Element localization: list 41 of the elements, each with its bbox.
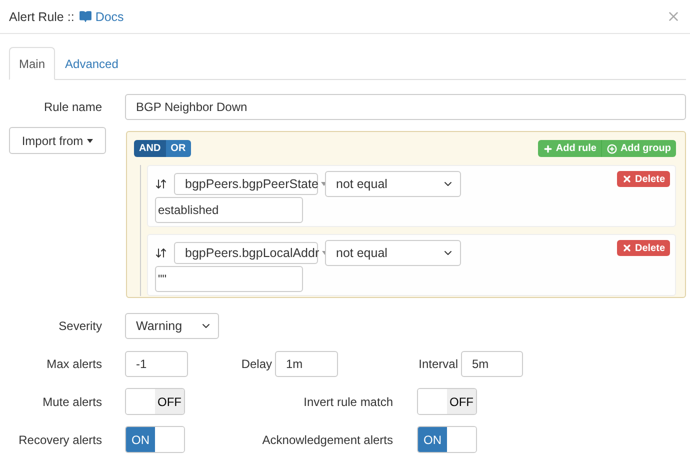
delete-button[interactable]: Delete xyxy=(616,240,670,256)
toggle-switch[interactable]: OFF xyxy=(125,388,185,415)
field-label: Rule name xyxy=(42,100,102,114)
interval-field[interactable]: 5m xyxy=(461,351,523,377)
toggle-label: Mute alerts xyxy=(42,394,102,408)
max-alerts-field[interactable]: -1 xyxy=(125,351,188,377)
import-dropdown-button[interactable]: Import from xyxy=(9,127,106,154)
operator-select[interactable]: not equal xyxy=(325,171,461,197)
sort-icon[interactable] xyxy=(155,247,167,259)
sort-icon[interactable] xyxy=(155,178,167,190)
value-field[interactable]: established xyxy=(155,197,303,223)
close-icon xyxy=(622,243,632,253)
toggle-label: Acknowledgement alerts xyxy=(261,432,393,446)
operator-select[interactable]: not equal xyxy=(325,240,461,266)
rule-name-field[interactable]: BGP Neighbor Down xyxy=(125,94,686,120)
delay-field[interactable]: 1m xyxy=(275,351,338,377)
toggle-switch[interactable]: OFF xyxy=(417,388,477,415)
field-name: bgpPeers.bgpPeerState xyxy=(185,177,318,191)
toggle-label: Recovery alerts xyxy=(18,432,102,446)
severity-select[interactable]: Warning xyxy=(125,313,219,339)
plus-icon xyxy=(542,144,553,154)
close-icon xyxy=(622,174,632,184)
docs-link[interactable]: Docs xyxy=(79,10,124,24)
field-label: Interval xyxy=(418,357,458,371)
plus-circle-icon xyxy=(607,144,618,154)
delete-button[interactable]: Delete xyxy=(616,171,670,187)
field-label: Max alerts xyxy=(46,357,102,371)
field-label: Severity xyxy=(58,319,102,333)
caret-icon xyxy=(87,138,94,142)
toggle-label: Invert rule match xyxy=(302,394,393,408)
tab[interactable]: Advanced xyxy=(55,47,128,80)
field-label: Delay xyxy=(240,357,272,371)
toggle-switch[interactable]: ON xyxy=(417,426,477,453)
book-icon xyxy=(79,10,92,23)
condition-toggle[interactable]: OR xyxy=(166,140,191,157)
dialog-title: Alert Rule :: xyxy=(9,10,74,24)
tab[interactable]: Main xyxy=(9,47,56,80)
toggle-switch[interactable]: ON xyxy=(125,426,185,453)
condition-toggle[interactable]: AND xyxy=(134,140,166,157)
value-field[interactable]: "" xyxy=(155,266,303,292)
field-name: bgpPeers.bgpLocalAddr xyxy=(185,246,320,260)
